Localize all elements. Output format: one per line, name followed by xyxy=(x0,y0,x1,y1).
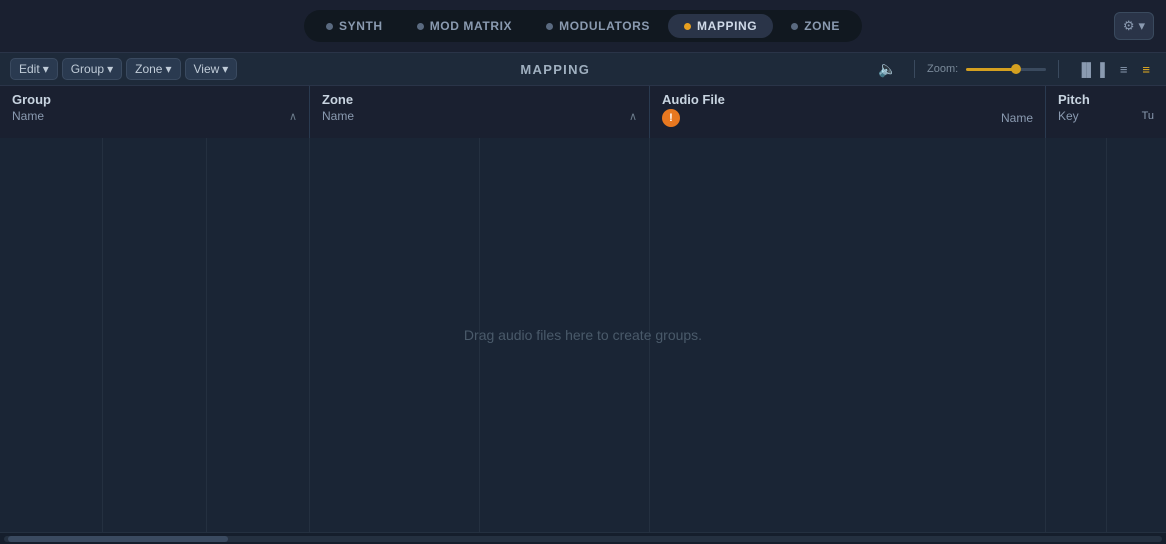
synth-dot xyxy=(326,23,333,30)
audio-column-header: Audio File ! Name xyxy=(650,86,1046,138)
scrollbar-track[interactable] xyxy=(4,536,1162,542)
bars-view-button[interactable]: ▐▌▐ xyxy=(1071,59,1111,80)
pitch-key-label: Key xyxy=(1058,109,1079,123)
mapping-label: MAPPING xyxy=(697,19,757,33)
column-headers: Group Name ∧ Zone Name ∧ Audio File ! Na… xyxy=(0,86,1166,138)
table-body: Drag audio files here to create groups. xyxy=(0,138,1166,532)
pitch-column-header: Pitch Key Tu xyxy=(1046,86,1166,138)
zone-dot xyxy=(791,23,798,30)
audio-col-bottom: ! Name xyxy=(662,109,1033,127)
view-chevron-icon: ▾ xyxy=(222,62,228,76)
zone-sort-icon[interactable]: ∧ xyxy=(629,110,637,123)
gear-button[interactable]: ⚙ ▾ xyxy=(1114,12,1154,40)
group-chevron-icon: ▾ xyxy=(107,62,113,76)
group-sub-col-1 xyxy=(0,138,103,532)
group-button[interactable]: Group ▾ xyxy=(62,58,122,80)
modulators-label: MODULATORS xyxy=(559,19,650,33)
toolbar: Edit ▾ Group ▾ Zone ▾ View ▾ MAPPING 🔈 Z… xyxy=(0,52,1166,86)
view-label: View xyxy=(194,62,220,76)
pitch-body xyxy=(1046,138,1166,532)
group-column-header: Group Name ∧ xyxy=(0,86,310,138)
mapping-dot xyxy=(684,23,691,30)
group-name-label: Name xyxy=(12,109,44,123)
pitch-sub-col-1 xyxy=(1046,138,1107,532)
modulators-dot xyxy=(546,23,553,30)
gear-icon: ⚙ xyxy=(1123,18,1135,34)
audio-name-label: Name xyxy=(1001,111,1033,125)
toolbar-divider xyxy=(914,60,915,78)
nav-tab-mapping[interactable]: MAPPING xyxy=(668,14,773,38)
nav-tab-modulators[interactable]: MODULATORS xyxy=(530,14,666,38)
table-area: Group Name ∧ Zone Name ∧ Audio File ! Na… xyxy=(0,86,1166,544)
group-sort-icon[interactable]: ∧ xyxy=(289,110,297,123)
edit-button[interactable]: Edit ▾ xyxy=(10,58,58,80)
synth-label: SYNTH xyxy=(339,19,383,33)
group-col-top: Group xyxy=(12,92,297,107)
audio-body xyxy=(650,138,1046,532)
zoom-label: Zoom: xyxy=(927,63,958,75)
zone-column-header: Zone Name ∧ xyxy=(310,86,650,138)
toolbar-title: MAPPING xyxy=(241,62,869,77)
top-nav: SYNTH MOD MATRIX MODULATORS MAPPING ZONE… xyxy=(0,0,1166,52)
zone-body xyxy=(310,138,650,532)
edit-chevron-icon: ▾ xyxy=(43,62,49,76)
group-body xyxy=(0,138,310,532)
pitch-sub-col-2 xyxy=(1107,138,1166,532)
mod-matrix-label: MOD MATRIX xyxy=(430,19,512,33)
group-label: Group xyxy=(71,62,104,76)
main-content: Edit ▾ Group ▾ Zone ▾ View ▾ MAPPING 🔈 Z… xyxy=(0,52,1166,544)
view-buttons: ▐▌▐ ≡ ≡ xyxy=(1071,59,1156,80)
edit-label: Edit xyxy=(19,62,40,76)
group-sub-col-2 xyxy=(103,138,206,532)
nav-tab-mod-matrix[interactable]: MOD MATRIX xyxy=(401,14,528,38)
toolbar-right: 🔈 Zoom: ▐▌▐ ≡ ≡ xyxy=(873,58,1156,80)
audio-col-top: Audio File xyxy=(662,92,1033,107)
zone-sub-col-1 xyxy=(310,138,480,532)
zone-col-bottom: Name ∧ xyxy=(322,109,637,123)
group-sub-col-3 xyxy=(207,138,309,532)
zoom-thumb xyxy=(1011,64,1021,74)
scrollbar-thumb[interactable] xyxy=(8,536,228,542)
zone-label: ZONE xyxy=(804,19,840,33)
mod-matrix-dot xyxy=(417,23,424,30)
view-button[interactable]: View ▾ xyxy=(185,58,238,80)
nav-tab-zone[interactable]: ZONE xyxy=(775,14,856,38)
zone-button[interactable]: Zone ▾ xyxy=(126,58,180,80)
zone-label: Zone xyxy=(135,62,162,76)
zone-name-label: Name xyxy=(322,109,354,123)
zoom-slider[interactable] xyxy=(966,68,1046,71)
warning-icon: ! xyxy=(662,109,680,127)
group-col-bottom: Name ∧ xyxy=(12,109,297,123)
toolbar-divider-2 xyxy=(1058,60,1059,78)
scrollbar-area xyxy=(0,532,1166,544)
tune-label: Tu xyxy=(1142,110,1154,122)
zone-sub-col-2 xyxy=(480,138,649,532)
gear-chevron-icon: ▾ xyxy=(1138,18,1145,34)
zone-chevron-icon: ▾ xyxy=(165,62,171,76)
list-view-button-1[interactable]: ≡ xyxy=(1114,59,1134,80)
nav-tab-synth[interactable]: SYNTH xyxy=(310,14,399,38)
list-view-button-2[interactable]: ≡ xyxy=(1136,59,1156,80)
speaker-button[interactable]: 🔈 xyxy=(873,58,902,80)
pitch-col-top: Pitch xyxy=(1058,92,1154,107)
nav-tabs: SYNTH MOD MATRIX MODULATORS MAPPING ZONE xyxy=(304,10,862,42)
zone-col-top: Zone xyxy=(322,92,637,107)
pitch-col-bottom: Key Tu xyxy=(1058,109,1154,123)
